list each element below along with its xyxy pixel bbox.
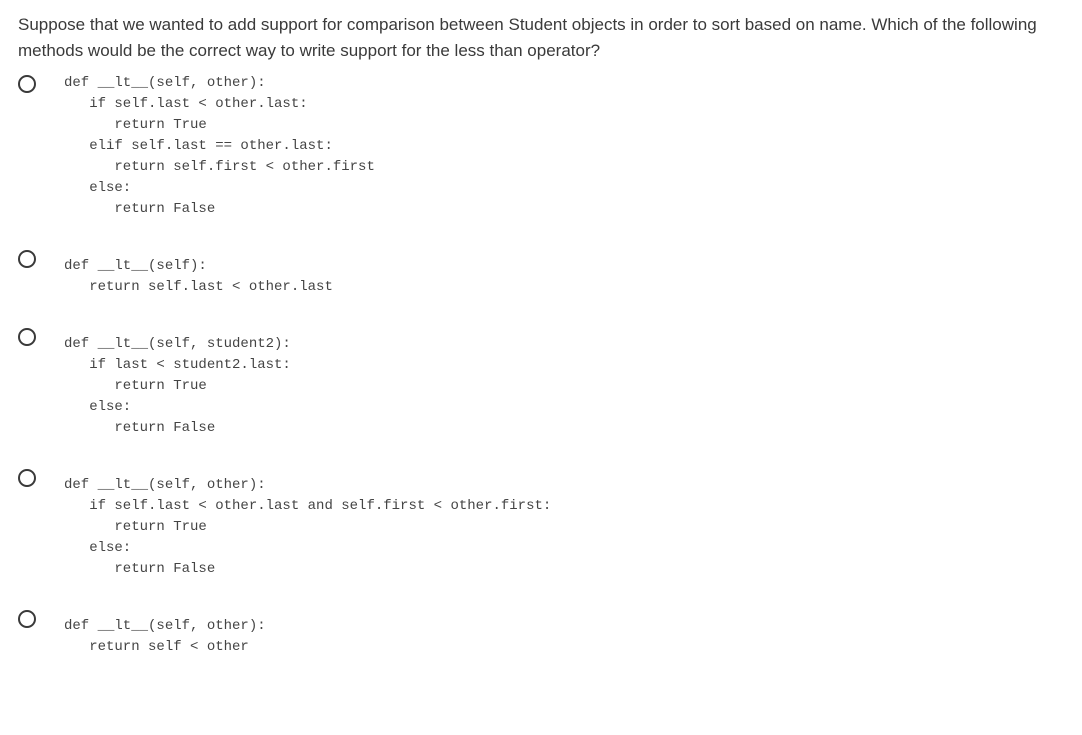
code-option-3: def __lt__(self, student2): if last < st… — [64, 334, 291, 439]
radio-option-5[interactable] — [18, 610, 36, 628]
option-3: def __lt__(self, student2): if last < st… — [18, 326, 1064, 439]
code-option-5: def __lt__(self, other): return self < o… — [64, 616, 266, 658]
option-5: def __lt__(self, other): return self < o… — [18, 608, 1064, 658]
code-option-1: def __lt__(self, other): if self.last < … — [64, 73, 375, 220]
radio-option-3[interactable] — [18, 328, 36, 346]
option-4: def __lt__(self, other): if self.last < … — [18, 467, 1064, 580]
option-1: def __lt__(self, other): if self.last < … — [18, 73, 1064, 220]
options-container: def __lt__(self, other): if self.last < … — [18, 73, 1064, 686]
option-2: def __lt__(self): return self.last < oth… — [18, 248, 1064, 298]
code-option-2: def __lt__(self): return self.last < oth… — [64, 256, 333, 298]
question-text: Suppose that we wanted to add support fo… — [18, 12, 1064, 63]
radio-option-1[interactable] — [18, 75, 36, 93]
radio-option-2[interactable] — [18, 250, 36, 268]
code-option-4: def __lt__(self, other): if self.last < … — [64, 475, 551, 580]
radio-option-4[interactable] — [18, 469, 36, 487]
